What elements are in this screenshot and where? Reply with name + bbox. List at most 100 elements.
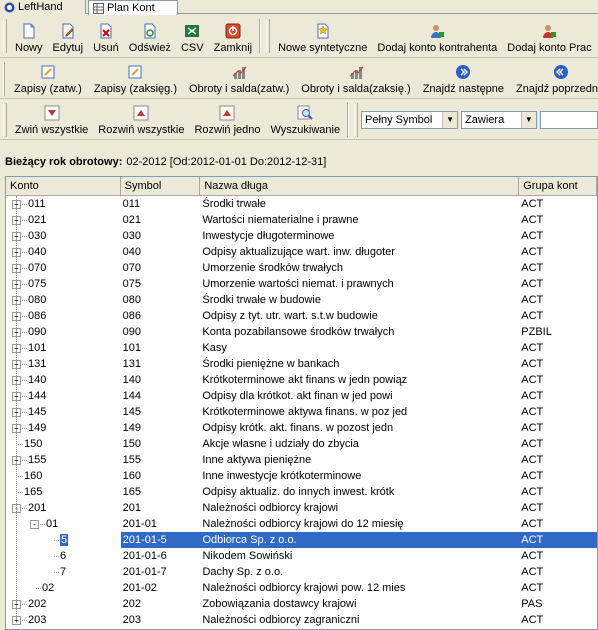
column-header-symbol[interactable]: Symbol: [121, 177, 201, 195]
table-row[interactable]: +090 090 Konta pozabilansowe środków trwał…: [6, 324, 597, 340]
konto-label: 165: [24, 486, 43, 498]
search-mode-select[interactable]: Zawiera ▼: [461, 110, 537, 129]
tree-toolbar: Zwiń wszystkie Rozwiń wszystkie Rozwiń j…: [0, 100, 598, 140]
search-input[interactable]: [539, 110, 598, 129]
table-row[interactable]: +070 070 Umorzenie środków trwałych ACT: [6, 260, 597, 276]
cell-nazwa: Zobowiązania dostawcy krajowi: [202, 598, 357, 610]
fiscal-year-label: Bieżący rok obrotowy:: [5, 156, 123, 168]
cell-nazwa: Dachy Sp. z o.o.: [202, 566, 284, 578]
edit-button[interactable]: Edytuj: [48, 19, 89, 57]
cell-grupa: ACT: [521, 518, 544, 530]
cell-grupa: ACT: [521, 294, 544, 306]
cell-konto: 6: [6, 548, 121, 564]
table-row[interactable]: +011 011 Środki trwałe ACT: [6, 196, 597, 212]
table-row[interactable]: 6 201-01-6 Nikodem Sowiński ACT: [6, 548, 597, 564]
cell-grupa: PAS: [521, 598, 543, 610]
cell-konto: 160: [6, 468, 121, 484]
add-employee-account-button[interactable]: Dodaj konto Prac: [502, 19, 596, 57]
accounts-tree-grid[interactable]: Konto Symbol Nazwa długa Grupa kont +011…: [5, 176, 598, 630]
tab-plan-kont[interactable]: Plan Kont: [88, 0, 178, 15]
table-row[interactable]: -01 201-01 Należności odbiorcy krajowi do …: [6, 516, 597, 532]
cell-konto: +131: [6, 356, 121, 372]
table-row[interactable]: 5 201-01-5 Odbiorca Sp. z o.o. ACT: [6, 532, 597, 548]
table-row[interactable]: +040 040 Odpisy aktualizujące wart. inw. d…: [6, 244, 597, 260]
table-row[interactable]: 165 165 Odpisy aktualiz. do innych inwest.…: [6, 484, 597, 500]
search-mode-value: Zawiera: [465, 113, 505, 126]
table-row[interactable]: -201 201 Należności odbiorcy krajowi ACT: [6, 500, 597, 516]
collapse-all-button[interactable]: Zwiń wszystkie: [10, 101, 93, 139]
collapse-icon[interactable]: -: [30, 519, 39, 529]
search-field-select[interactable]: Pełny Symbol ▼: [361, 110, 459, 129]
table-row[interactable]: +030 030 Inwestycje długoterminowe ACT: [6, 228, 597, 244]
csv-button[interactable]: CSV: [176, 19, 209, 57]
toolbar-grip[interactable]: [3, 102, 7, 137]
toolbar-grip[interactable]: [354, 102, 359, 137]
find-next-button[interactable]: Znajdź następne: [417, 60, 510, 98]
table-row[interactable]: +203 203 Należności odbiorcy zagraniczni AC…: [6, 612, 597, 628]
toolbar-separator: [259, 19, 262, 53]
table-row[interactable]: +021 021 Wartości niematerialne i prawne AC…: [6, 212, 597, 228]
table-row[interactable]: 02 201-02 Należności odbiorcy krajowi pow.…: [6, 580, 597, 596]
button-label: Usuń: [93, 42, 119, 54]
entries-posted-button[interactable]: Zapisy (zaksięg.): [88, 60, 183, 98]
table-row[interactable]: +145 145 Krótkoterminowe aktywa finans. w …: [6, 404, 597, 420]
cell-symbol: 145: [122, 406, 141, 418]
konto-label: 149: [28, 422, 47, 434]
table-row[interactable]: +131 131 Środki pieniężne w bankach ACT: [6, 356, 597, 372]
delete-button[interactable]: Usuń: [88, 19, 124, 57]
chevron-down-icon[interactable]: ▼: [520, 111, 536, 128]
close-button[interactable]: Zamknij: [209, 19, 258, 57]
new-button[interactable]: Nowy: [10, 19, 48, 57]
column-header-nazwa[interactable]: Nazwa długa: [200, 177, 520, 195]
konto-label: 202: [28, 598, 47, 610]
toolbar-grip[interactable]: [3, 19, 7, 53]
turnover-posted-button[interactable]: Obroty i salda(zaksię.): [295, 60, 416, 98]
cell-konto: +101: [6, 340, 121, 356]
cell-konto: +030: [6, 228, 121, 244]
turnover-approved-button[interactable]: Obroty i salda(zatw.): [183, 60, 295, 98]
cell-nazwa: Konta pozabilansowe środków trwałych: [202, 326, 395, 338]
table-row[interactable]: 7 201-01-7 Dachy Sp. z o.o. ACT: [6, 564, 597, 580]
table-row[interactable]: 160 160 Inne inwestycje krótkoterminowe ACT: [6, 468, 597, 484]
cell-grupa: ACT: [521, 230, 544, 242]
refresh-button[interactable]: Odśwież: [124, 19, 176, 57]
tab-lefthand[interactable]: LeftHand: [0, 0, 86, 14]
collapse-all-icon: [44, 105, 60, 121]
table-row[interactable]: +140 140 Krótkoterminowe akt finans w jedn…: [6, 372, 597, 388]
entries-approved-button[interactable]: Zapisy (zatw.): [8, 60, 88, 98]
cell-nazwa: Wartości niematerialne i prawne: [202, 214, 359, 226]
new-synthetic-icon: [317, 23, 329, 39]
column-header-grupa[interactable]: Grupa kont: [519, 177, 597, 195]
table-row[interactable]: +144 144 Odpisy dla krótkot. akt finan w j…: [6, 388, 597, 404]
table-row[interactable]: +149 149 Odpisy krótk. akt. finans. w pozo…: [6, 420, 597, 436]
cell-nazwa: Odpisy z tyt. utr. wart. s.t.w budowie: [202, 310, 378, 322]
table-row[interactable]: +086 086 Odpisy z tyt. utr. wart. s.t.w bu…: [6, 308, 597, 324]
cell-nazwa: Odbiorca Sp. z o.o.: [200, 532, 520, 548]
cell-grupa: ACT: [521, 198, 544, 210]
konto-label: 150: [24, 438, 43, 450]
konto-label: 011: [28, 198, 46, 210]
grid-icon: [93, 2, 104, 14]
cell-grupa: ACT: [521, 614, 544, 626]
table-row[interactable]: +080 080 Środki trwałe w budowie ACT: [6, 292, 597, 308]
cell-konto: +140: [6, 372, 121, 388]
table-row[interactable]: +155 155 Inne aktywa pieniężne ACT: [6, 452, 597, 468]
new-synthetic-button[interactable]: Nowe syntetyczne: [273, 19, 372, 57]
search-button[interactable]: Wyszukiwanie: [266, 101, 346, 139]
cell-konto: +040: [6, 244, 121, 260]
expand-all-button[interactable]: Rozwiń wszystkie: [93, 101, 189, 139]
toolbar-grip[interactable]: [266, 19, 271, 53]
table-row[interactable]: +202 202 Zobowiązania dostawcy krajowi PAS: [6, 596, 597, 612]
table-row[interactable]: +075 075 Umorzenie wartości niemat. i praw…: [6, 276, 597, 292]
find-previous-button[interactable]: Znajdź poprzednie: [510, 60, 598, 98]
cell-konto: +075: [6, 276, 121, 292]
column-header-konto[interactable]: Konto: [6, 177, 121, 195]
toolbar-grip[interactable]: [3, 61, 5, 96]
table-row[interactable]: +101 101 Kasy ACT: [6, 340, 597, 356]
chevron-down-icon[interactable]: ▼: [442, 111, 458, 128]
add-contractor-account-button[interactable]: Dodaj konto kontrahenta: [372, 19, 502, 57]
table-row[interactable]: 150 150 Akcje własne i udziały do zbycia AC…: [6, 436, 597, 452]
cell-symbol: 155: [122, 454, 141, 466]
cell-konto: +155: [6, 452, 121, 468]
expand-one-button[interactable]: Rozwiń jedno: [189, 101, 265, 139]
